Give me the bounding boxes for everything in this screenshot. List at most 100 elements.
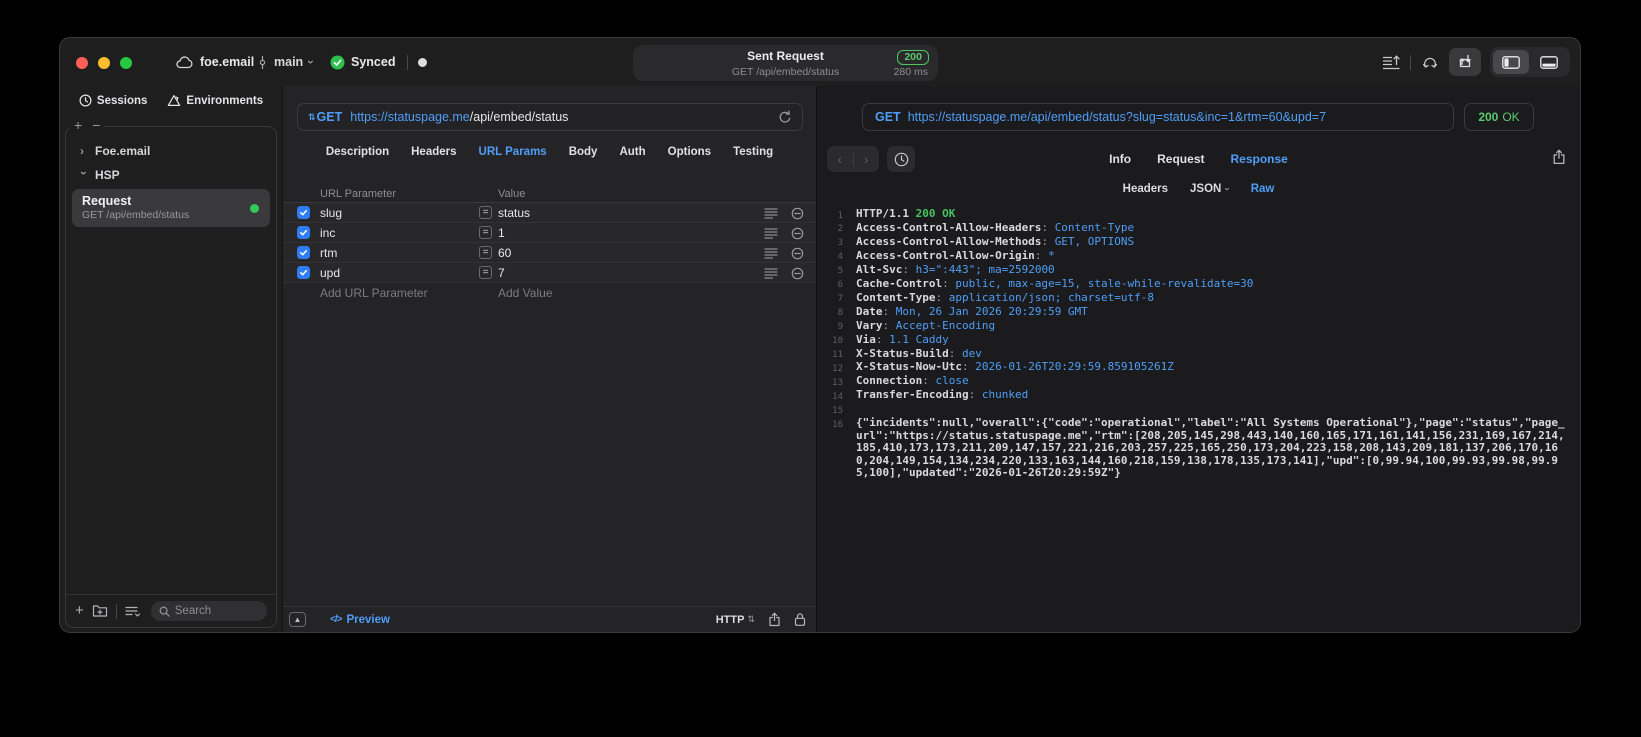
tab-url-params[interactable]: URL Params <box>479 146 547 170</box>
chevron-down-icon: › <box>77 171 91 175</box>
equals-type-icon[interactable]: = <box>479 246 492 259</box>
remove-param-icon[interactable] <box>791 247 804 260</box>
tab-headers[interactable]: Headers <box>411 146 456 170</box>
refresh-icon[interactable] <box>778 110 792 125</box>
http-label: HTTP <box>715 613 745 626</box>
tab-testing[interactable]: Testing <box>733 146 773 170</box>
response-status-code: 200 <box>1478 110 1499 124</box>
minimize-window-button[interactable] <box>98 57 110 69</box>
branch-selector[interactable]: main › <box>257 38 318 86</box>
add-request-button[interactable]: + <box>75 603 84 618</box>
drag-handle-icon[interactable] <box>764 227 778 240</box>
sidebar-footer: + <box>66 594 276 627</box>
code-line: 10 Via: 1.1 Caddy <box>832 332 949 347</box>
param-name[interactable]: slug <box>320 206 342 220</box>
updown-arrows-icon: ⇅ <box>308 111 316 122</box>
toggle-left-sidebar-icon[interactable] <box>1493 50 1529 74</box>
param-name[interactable]: rtm <box>320 246 337 260</box>
request-item-title: Request <box>82 194 132 208</box>
http-version-selector[interactable]: HTTP ⇅ <box>716 614 755 626</box>
zoom-window-button[interactable] <box>120 57 132 69</box>
tab-options[interactable]: Options <box>668 146 711 170</box>
tab-auth[interactable]: Auth <box>619 146 645 170</box>
tree-item-label: Foe.email <box>95 144 151 158</box>
drag-handle-icon[interactable] <box>764 247 778 260</box>
param-value[interactable]: 1 <box>498 226 505 240</box>
panel-collapse-icon[interactable]: ▲ <box>289 612 306 627</box>
toggle-bottom-panel-icon[interactable] <box>1531 50 1567 74</box>
view-tab-headers[interactable]: Headers <box>1123 183 1168 195</box>
tab-body[interactable]: Body <box>569 146 598 170</box>
code-line: 11 X-Status-Build: dev <box>832 346 982 361</box>
lock-icon[interactable] <box>794 612 806 627</box>
add-value-field[interactable]: Add Value <box>498 286 553 300</box>
param-checkbox[interactable] <box>297 266 310 279</box>
tree-item-foe-email[interactable]: › Foe.email <box>72 139 270 163</box>
drag-handle-icon[interactable] <box>764 267 778 280</box>
close-window-button[interactable] <box>76 57 88 69</box>
add-session-button[interactable]: + <box>74 118 82 133</box>
param-checkbox[interactable] <box>297 246 310 259</box>
tab-request[interactable]: Request <box>1157 152 1204 166</box>
branch-name: main <box>274 55 304 69</box>
param-row: inc = 1 <box>283 223 816 243</box>
sidebar: Sessions Environments › Foe.email › HSP <box>60 86 282 632</box>
param-value[interactable]: 60 <box>498 246 511 260</box>
tab-info[interactable]: Info <box>1109 152 1131 166</box>
request-panel: ⇅ GET https://statuspage.me/api/embed/st… <box>282 86 816 632</box>
equals-type-icon[interactable]: = <box>479 226 492 239</box>
param-row: rtm = 60 <box>283 243 816 263</box>
param-value[interactable]: 7 <box>498 266 505 280</box>
project-selector[interactable]: foe.email <box>176 38 254 86</box>
cloud-icon <box>176 55 194 69</box>
remove-param-icon[interactable] <box>791 227 804 240</box>
request-duration: 280 ms <box>893 66 928 78</box>
equals-type-icon[interactable]: = <box>479 206 492 219</box>
chevron-down-icon: › <box>304 60 319 64</box>
code-line: 12 X-Status-Now-Utc: 2026-01-26T20:29:59.… <box>832 360 1174 374</box>
response-request-line[interactable]: GET https://statuspage.me/api/embed/stat… <box>862 103 1454 131</box>
sent-request-pill[interactable]: Sent Request GET /api/embed/status 200 2… <box>633 45 938 81</box>
param-name[interactable]: inc <box>320 226 335 240</box>
code-line: 7 Content-Type: application/json; charset… <box>837 290 1155 305</box>
remove-session-button[interactable]: − <box>92 118 100 133</box>
panel-toggle-group <box>1490 47 1570 77</box>
export-list-icon[interactable] <box>1382 54 1401 71</box>
view-tab-json[interactable]: JSON › <box>1190 183 1233 195</box>
list-options-icon[interactable] <box>125 605 141 618</box>
share-icon[interactable] <box>768 612 781 627</box>
share-icon[interactable] <box>1552 149 1566 165</box>
new-folder-icon[interactable] <box>92 604 108 618</box>
search-field[interactable] <box>150 601 267 621</box>
tab-response[interactable]: Response <box>1230 152 1287 166</box>
remove-param-icon[interactable] <box>791 267 804 280</box>
titlebar-divider <box>407 54 408 70</box>
param-checkbox[interactable] <box>297 206 310 219</box>
tab-description[interactable]: Description <box>326 146 389 170</box>
preview-button[interactable]: </> Preview <box>330 614 390 626</box>
environments-icon <box>167 94 181 107</box>
request-list-item-selected[interactable]: Request GET /api/embed/status <box>72 189 270 227</box>
drag-handle-icon[interactable] <box>764 207 778 220</box>
code-icon: </> <box>330 614 343 625</box>
tab-environments[interactable]: Environments <box>167 94 263 107</box>
tab-sessions[interactable]: Sessions <box>79 94 147 107</box>
param-checkbox[interactable] <box>297 226 310 239</box>
tree-item-hsp[interactable]: › HSP <box>72 163 270 187</box>
code-line: 4 Access-Control-Allow-Origin: * <box>837 248 1055 263</box>
param-name[interactable]: upd <box>320 266 340 280</box>
send-receive-icon[interactable] <box>1449 48 1481 76</box>
equals-type-icon[interactable]: = <box>479 266 492 279</box>
search-input[interactable] <box>174 605 259 617</box>
sync-status[interactable]: Synced <box>330 38 395 86</box>
chevron-right-icon: › <box>80 144 84 158</box>
search-icon <box>159 606 170 617</box>
request-url-bar[interactable]: ⇅ GET https://statuspage.me/api/embed/st… <box>297 103 803 131</box>
response-status-badge: 200 OK <box>1464 103 1534 131</box>
remove-param-icon[interactable] <box>791 207 804 220</box>
sync-loop-icon[interactable] <box>1420 54 1440 71</box>
view-tab-raw[interactable]: Raw <box>1251 183 1275 195</box>
method-selector[interactable]: ⇅ GET <box>308 110 342 124</box>
add-url-parameter-field[interactable]: Add URL Parameter <box>320 286 428 300</box>
param-value[interactable]: status <box>498 206 530 220</box>
